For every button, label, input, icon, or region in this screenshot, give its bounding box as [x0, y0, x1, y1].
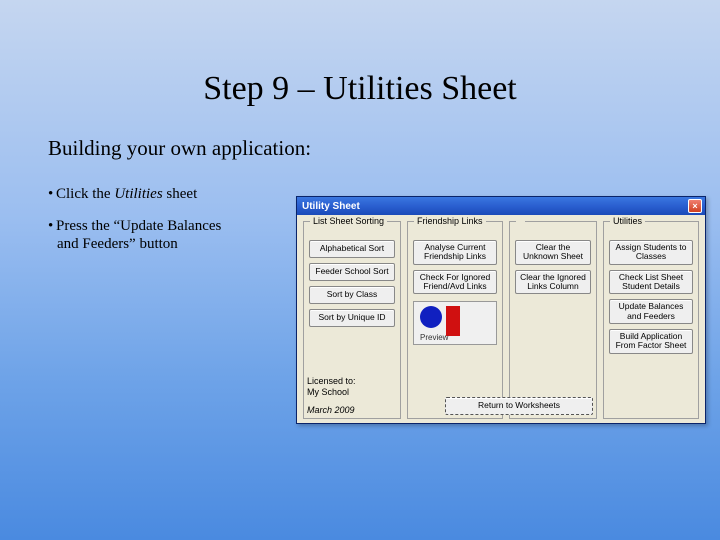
assign-students-button[interactable]: Assign Students to Classes: [609, 240, 693, 265]
clear-unknown-button[interactable]: Clear the Unknown Sheet: [515, 240, 591, 265]
sort-by-class-button[interactable]: Sort by Class: [309, 286, 395, 304]
group-sorting-label: List Sheet Sorting: [310, 216, 387, 226]
sort-by-id-button[interactable]: Sort by Unique ID: [309, 309, 395, 327]
group-links: Friendship Links Analyse Current Friends…: [407, 221, 503, 419]
clear-ignored-button[interactable]: Clear the Ignored Links Column: [515, 270, 591, 295]
return-button[interactable]: Return to Worksheets: [445, 397, 593, 415]
bullet-1: •Click the Utilities sheet: [48, 185, 268, 203]
alpha-sort-button[interactable]: Alphabetical Sort: [309, 240, 395, 258]
bar-icon: [446, 306, 460, 336]
slide-subtitle: Building your own application:: [48, 136, 720, 161]
circle-icon: [420, 306, 442, 328]
bullet-2-line2: and Feeders” button: [48, 235, 178, 253]
bullet-list: •Click the Utilities sheet •Press the “U…: [48, 185, 268, 253]
close-icon[interactable]: ×: [688, 199, 702, 213]
build-application-button[interactable]: Build Application From Factor Sheet: [609, 329, 693, 354]
licensed-label: Licensed to:: [307, 376, 356, 386]
slide-title: Step 9 – Utilities Sheet: [0, 0, 720, 108]
group-utilities: Utilities Assign Students to Classes Che…: [603, 221, 699, 419]
group-clear-label: [516, 216, 525, 226]
window-title: Utility Sheet: [302, 201, 688, 212]
bullet-1-text-b: sheet: [163, 186, 198, 202]
panel: List Sheet Sorting Alphabetical Sort Fee…: [297, 215, 705, 423]
licensed-block: Licensed to: My School: [307, 376, 356, 397]
licensed-name: My School: [307, 387, 356, 397]
check-list-sheet-button[interactable]: Check List Sheet Student Details: [609, 270, 693, 295]
bullet-1-text-a: Click the: [56, 186, 114, 202]
group-links-label: Friendship Links: [414, 216, 486, 226]
bullet-2-line1: Press the “Update Balances: [56, 218, 221, 234]
group-utilities-label: Utilities: [610, 216, 645, 226]
group-clear: Clear the Unknown Sheet Clear the Ignore…: [509, 221, 597, 419]
titlebar: Utility Sheet ×: [297, 197, 705, 215]
bullet-1-em: Utilities: [114, 186, 162, 202]
preview-label: Preview: [420, 333, 448, 342]
feeder-sort-button[interactable]: Feeder School Sort: [309, 263, 395, 281]
date-stamp: March 2009: [307, 405, 355, 415]
preview-box: Preview: [413, 301, 497, 345]
utility-sheet-window: Utility Sheet × List Sheet Sorting Alpha…: [296, 196, 706, 424]
analyse-links-button[interactable]: Analyse Current Friendship Links: [413, 240, 497, 265]
check-ignored-button[interactable]: Check For Ignored Friend/Avd Links: [413, 270, 497, 295]
update-balances-button[interactable]: Update Balances and Feeders: [609, 299, 693, 324]
bullet-2: •Press the “Update Balances and Feeders”…: [48, 217, 268, 253]
